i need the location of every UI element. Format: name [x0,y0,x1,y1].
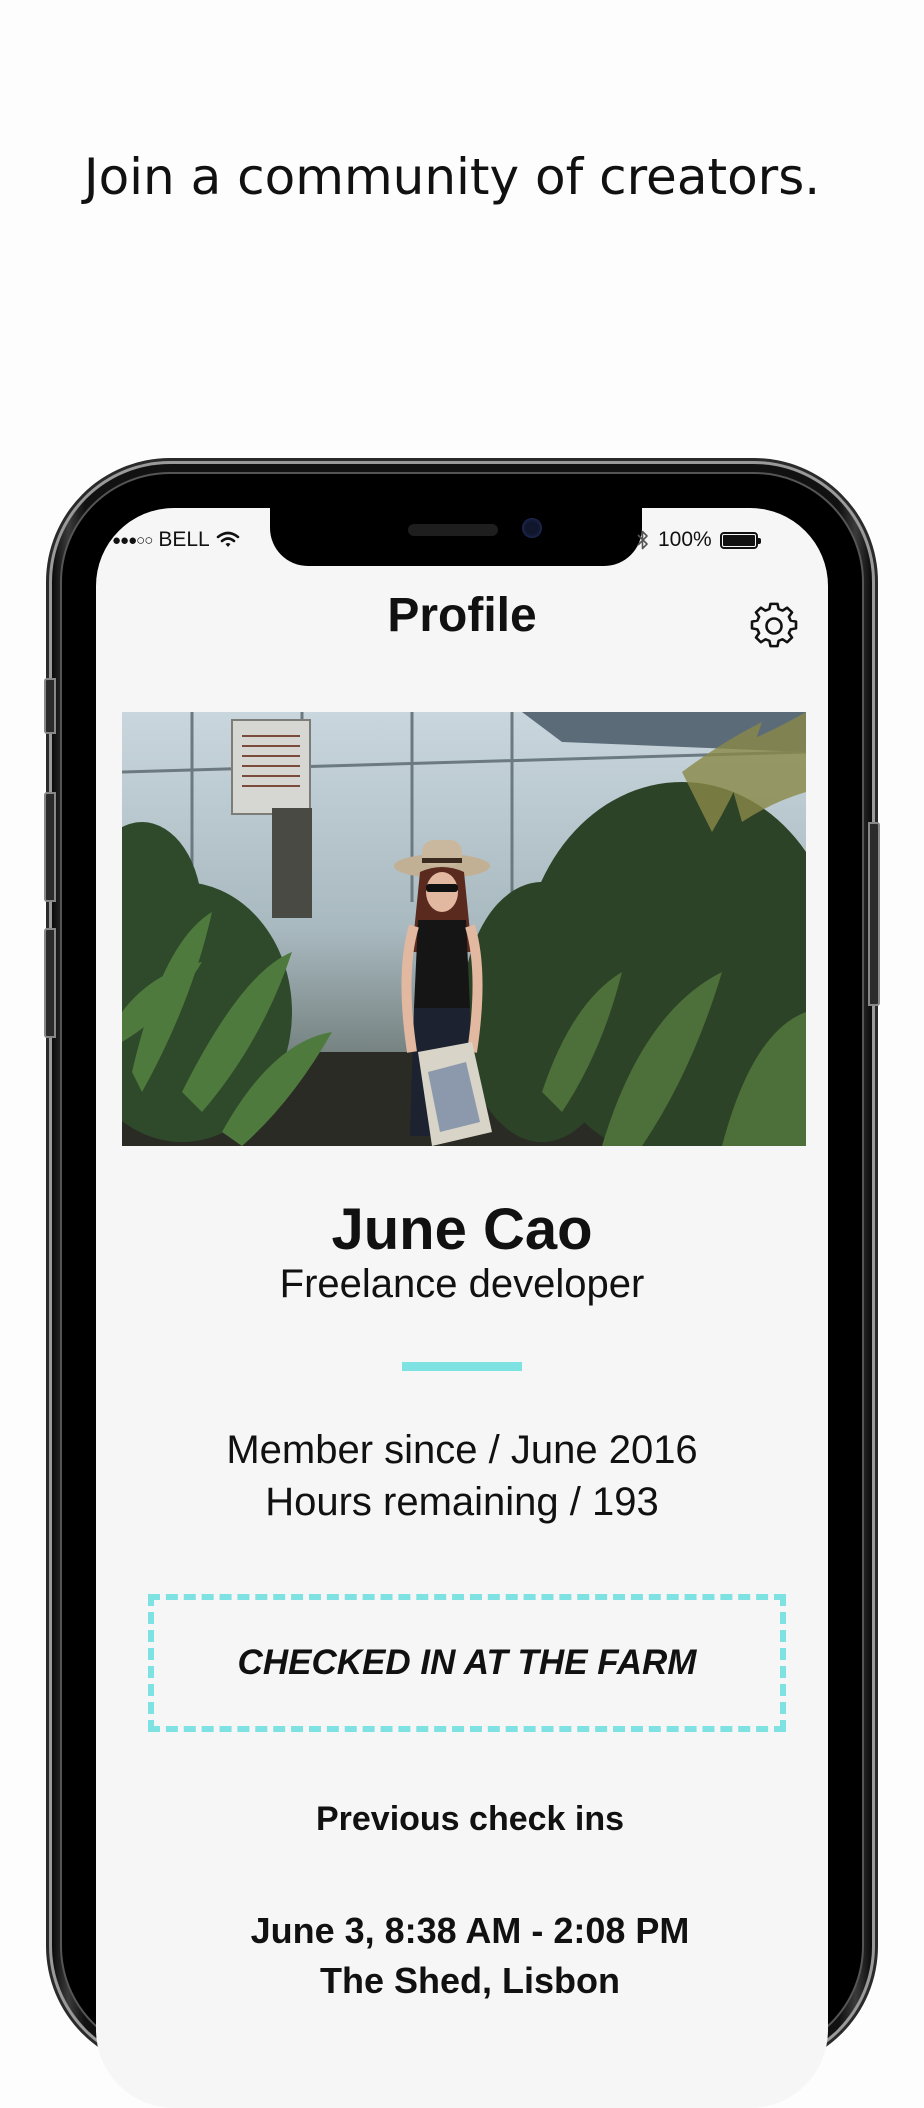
status-bar-left: ●●●○○ BELL [112,528,240,552]
member-since: Member since / June 2016 [226,1428,698,1472]
page-title: Profile [387,589,537,642]
signal-strength-icon: ●●●○○ [112,531,153,549]
phone-volume-up [44,792,56,902]
battery-icon [719,531,761,549]
previous-checkins-title: Previous check ins [315,1800,625,1838]
status-bar-right: 100% [636,528,761,552]
checkin-place: The Shed, Lisbon [319,1960,620,2001]
checkin-status-button[interactable]: CHECKED IN AT THE FARM [148,1594,786,1732]
previous-checkin-item[interactable]: June 3, 8:38 AM - 2:08 PM The Shed, Lisb… [96,1906,828,2006]
checkin-time: June 3, 8:38 AM - 2:08 PM [250,1910,690,1951]
gear-icon[interactable] [750,602,798,650]
profile-role: Freelance developer [279,1262,645,1306]
phone-notch [270,508,642,566]
phone-camera [522,518,542,538]
phone-silent-switch [44,678,56,734]
profile-name: June Cao [331,1197,593,1262]
battery-level-fill [722,534,755,546]
phone-frame: ●●●○○ BELL 100% Profile June Cao Freelan… [44,464,880,2108]
phone-screen: ●●●○○ BELL 100% Profile June Cao Freelan… [96,508,828,2108]
hours-remaining: Hours remaining / 193 [265,1480,659,1524]
wifi-icon [216,531,239,547]
profile-photo [122,712,806,1146]
battery-percent: 100% [658,528,712,551]
phone-speaker [408,524,498,536]
marketing-tagline: Join a community of creators. [83,148,821,206]
bluetooth-icon [637,530,648,550]
phone-volume-down [44,928,56,1038]
phone-power-button [868,822,880,1006]
profile-photo-image [122,712,806,1146]
accent-divider [402,1362,522,1371]
carrier-label: BELL [158,528,210,551]
